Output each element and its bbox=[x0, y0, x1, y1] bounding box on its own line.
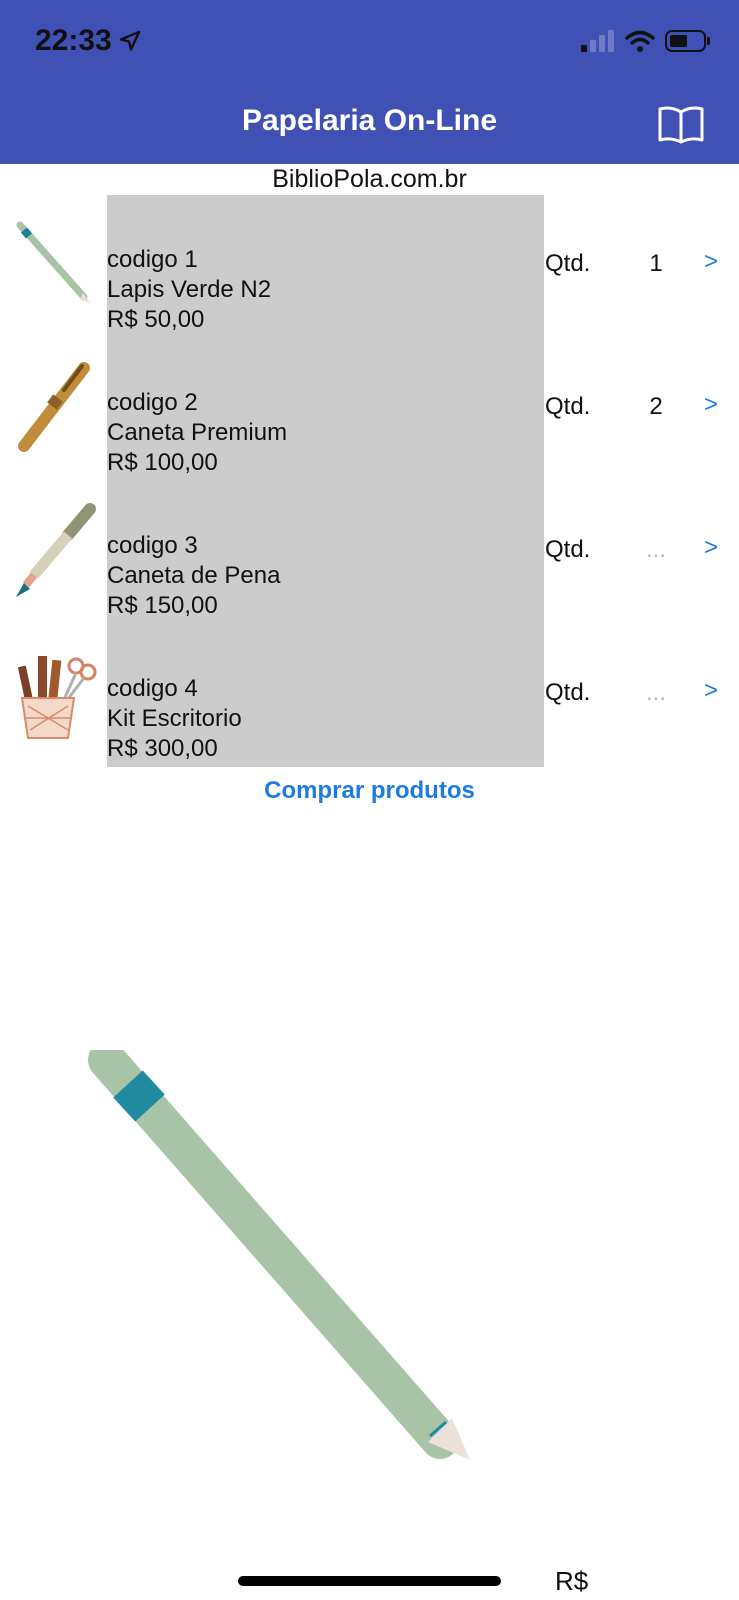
chevron-right-icon[interactable]: > bbox=[704, 677, 718, 705]
product-name: Lapis Verde N2 bbox=[107, 276, 272, 303]
status-time: 22:33 bbox=[35, 24, 112, 57]
product-price: R$ 50,00 bbox=[107, 306, 205, 333]
total-currency-label: R$ bbox=[555, 1566, 589, 1596]
product-price: R$ 100,00 bbox=[107, 449, 218, 476]
quantity-label: Qtd. bbox=[545, 393, 591, 420]
product-list: codigo 1 Lapis Verde N2 R$ 50,00 Qtd. 1 … bbox=[0, 195, 739, 767]
chevron-right-icon[interactable]: > bbox=[704, 534, 718, 562]
cellular-signal-icon bbox=[581, 30, 614, 52]
location-arrow-icon bbox=[119, 30, 140, 51]
product-code: codigo 4 bbox=[107, 675, 198, 702]
quantity-field[interactable]: ... bbox=[630, 536, 682, 564]
office-kit-icon bbox=[17, 656, 97, 739]
page-title: Papelaria On-Line bbox=[241, 104, 498, 137]
buy-products-button[interactable]: Comprar produtos bbox=[0, 777, 739, 805]
product-code: codigo 3 bbox=[107, 532, 198, 559]
fountain-pen-icon bbox=[16, 503, 96, 597]
book-icon[interactable] bbox=[657, 104, 705, 144]
home-indicator bbox=[238, 1576, 501, 1586]
product-info: codigo 1 Lapis Verde N2 R$ 50,00 bbox=[107, 195, 544, 338]
quantity-field[interactable]: 2 bbox=[630, 393, 682, 421]
quantity-field[interactable]: ... bbox=[630, 679, 682, 707]
status-icons bbox=[581, 30, 711, 52]
app-screen: 22:33 Papelaria On-Line BiblioPola.com.b… bbox=[0, 0, 739, 1600]
product-price: R$ 150,00 bbox=[107, 592, 218, 619]
list-item[interactable]: codigo 4 Kit Escritorio R$ 300,00 Qtd. .… bbox=[0, 624, 739, 767]
product-price: R$ 300,00 bbox=[107, 735, 218, 762]
product-code: codigo 1 bbox=[107, 246, 198, 273]
product-name: Kit Escritorio bbox=[107, 705, 242, 732]
quantity-label: Qtd. bbox=[545, 250, 591, 277]
chevron-right-icon[interactable]: > bbox=[704, 391, 718, 419]
quantity-label: Qtd. bbox=[545, 679, 591, 706]
product-info: codigo 4 Kit Escritorio R$ 300,00 bbox=[107, 624, 544, 767]
product-name: Caneta Premium bbox=[107, 419, 288, 446]
product-code: codigo 2 bbox=[107, 389, 198, 416]
quantity-field[interactable]: 1 bbox=[630, 250, 682, 278]
list-item[interactable]: codigo 3 Caneta de Pena R$ 150,00 Qtd. .… bbox=[0, 481, 739, 624]
green-pencil-large-image bbox=[88, 1050, 470, 1460]
site-label: BiblioPola.com.br bbox=[272, 165, 467, 193]
list-item[interactable]: codigo 2 Caneta Premium R$ 100,00 Qtd. 2… bbox=[0, 338, 739, 481]
quantity-label: Qtd. bbox=[545, 536, 591, 563]
product-info: codigo 2 Caneta Premium R$ 100,00 bbox=[107, 338, 544, 481]
product-info: codigo 3 Caneta de Pena R$ 150,00 bbox=[107, 481, 544, 624]
battery-icon bbox=[665, 30, 710, 52]
wifi-icon bbox=[625, 30, 655, 52]
list-item[interactable]: codigo 1 Lapis Verde N2 R$ 50,00 Qtd. 1 … bbox=[0, 195, 739, 338]
premium-pen-icon bbox=[18, 362, 90, 452]
chevron-right-icon[interactable]: > bbox=[704, 248, 718, 276]
green-pencil-icon bbox=[16, 221, 90, 303]
product-name: Caneta de Pena bbox=[107, 562, 281, 589]
nav-header: 22:33 Papelaria On-Line bbox=[0, 0, 739, 164]
status-time-group: 22:33 bbox=[35, 24, 142, 58]
